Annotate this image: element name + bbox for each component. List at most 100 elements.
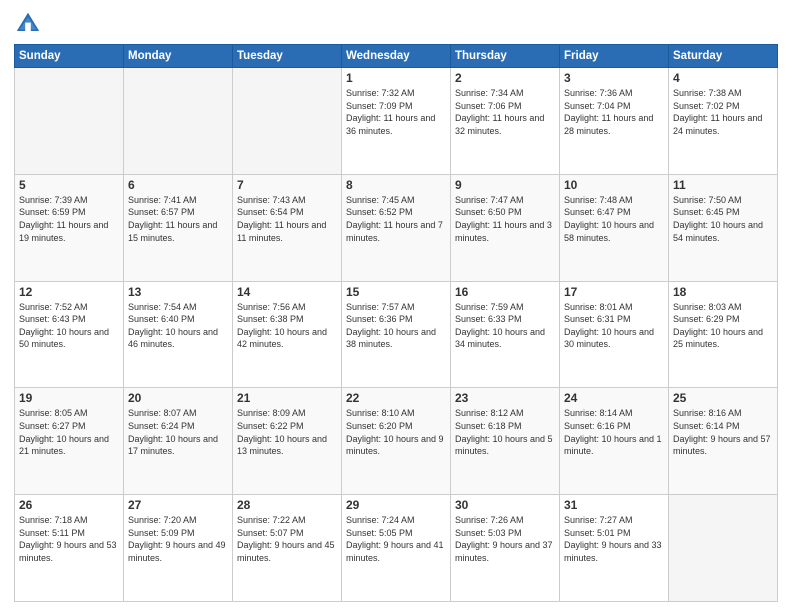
calendar-cell: 21 Sunrise: 8:09 AMSunset: 6:22 PMDayligh… <box>233 388 342 495</box>
day-info: Sunrise: 7:24 AMSunset: 5:05 PMDaylight:… <box>346 514 446 564</box>
calendar-cell: 22Sunrise: 8:10 AMSunset: 6:20 PMDayligh… <box>342 388 451 495</box>
logo-icon <box>14 10 42 38</box>
weekday-header-sunday: Sunday <box>15 45 124 68</box>
day-info: Sunrise: 8:05 AMSunset: 6:27 PMDaylight:… <box>19 407 119 457</box>
weekday-header-row: SundayMondayTuesdayWednesdayThursdayFrid… <box>15 45 778 68</box>
day-info: Sunrise: 7:39 AMSunset: 6:59 PMDaylight:… <box>19 194 119 244</box>
day-number: 25 <box>673 391 773 405</box>
day-number: 28 <box>237 498 337 512</box>
day-number: 5 <box>19 178 119 192</box>
day-number: 9 <box>455 178 555 192</box>
day-number: 18 <box>673 285 773 299</box>
weekday-header-thursday: Thursday <box>451 45 560 68</box>
page-container: SundayMondayTuesdayWednesdayThursdayFrid… <box>0 0 792 612</box>
calendar-cell: 12 Sunrise: 7:52 AMSunset: 6:43 PMDayligh… <box>15 281 124 388</box>
calendar-week-4: 19 Sunrise: 8:05 AMSunset: 6:27 PMDayligh… <box>15 388 778 495</box>
calendar-cell: 7 Sunrise: 7:43 AMSunset: 6:54 PMDaylight… <box>233 174 342 281</box>
calendar-cell: 25 Sunrise: 8:16 AMSunset: 6:14 PMDayligh… <box>669 388 778 495</box>
day-info: Sunrise: 7:22 AMSunset: 5:07 PMDaylight:… <box>237 514 337 564</box>
day-number: 24 <box>564 391 664 405</box>
day-info: Sunrise: 7:27 AMSunset: 5:01 PMDaylight:… <box>564 514 664 564</box>
day-number: 13 <box>128 285 228 299</box>
day-info: Sunrise: 7:54 AMSunset: 6:40 PMDaylight:… <box>128 301 228 351</box>
calendar-week-2: 5 Sunrise: 7:39 AMSunset: 6:59 PMDaylight… <box>15 174 778 281</box>
day-number: 7 <box>237 178 337 192</box>
day-info: Sunrise: 7:18 AMSunset: 5:11 PMDaylight:… <box>19 514 119 564</box>
calendar-cell: 27 Sunrise: 7:20 AMSunset: 5:09 PMDayligh… <box>124 495 233 602</box>
day-number: 3 <box>564 71 664 85</box>
header <box>14 10 778 38</box>
day-info: Sunrise: 7:57 AMSunset: 6:36 PMDaylight:… <box>346 301 446 351</box>
day-number: 14 <box>237 285 337 299</box>
day-number: 8 <box>346 178 446 192</box>
day-info: Sunrise: 7:48 AMSunset: 6:47 PMDaylight:… <box>564 194 664 244</box>
day-info: Sunrise: 7:36 AMSunset: 7:04 PMDaylight:… <box>564 87 664 137</box>
weekday-header-saturday: Saturday <box>669 45 778 68</box>
calendar-cell <box>669 495 778 602</box>
day-info: Sunrise: 8:16 AMSunset: 6:14 PMDaylight:… <box>673 407 773 457</box>
calendar-cell: 11 Sunrise: 7:50 AMSunset: 6:45 PMDayligh… <box>669 174 778 281</box>
day-info: Sunrise: 8:01 AMSunset: 6:31 PMDaylight:… <box>564 301 664 351</box>
day-info: Sunrise: 7:52 AMSunset: 6:43 PMDaylight:… <box>19 301 119 351</box>
calendar-cell: 3 Sunrise: 7:36 AMSunset: 7:04 PMDaylight… <box>560 68 669 175</box>
day-number: 1 <box>346 71 446 85</box>
calendar-cell: 14 Sunrise: 7:56 AMSunset: 6:38 PMDayligh… <box>233 281 342 388</box>
calendar-cell: 6Sunrise: 7:41 AMSunset: 6:57 PMDaylight… <box>124 174 233 281</box>
calendar-cell: 30Sunrise: 7:26 AMSunset: 5:03 PMDayligh… <box>451 495 560 602</box>
day-number: 12 <box>19 285 119 299</box>
calendar-cell: 19 Sunrise: 8:05 AMSunset: 6:27 PMDayligh… <box>15 388 124 495</box>
day-info: Sunrise: 7:59 AMSunset: 6:33 PMDaylight:… <box>455 301 555 351</box>
calendar-cell: 28 Sunrise: 7:22 AMSunset: 5:07 PMDayligh… <box>233 495 342 602</box>
day-info: Sunrise: 7:32 AMSunset: 7:09 PMDaylight:… <box>346 87 446 137</box>
calendar-week-3: 12 Sunrise: 7:52 AMSunset: 6:43 PMDayligh… <box>15 281 778 388</box>
calendar-cell: 29 Sunrise: 7:24 AMSunset: 5:05 PMDayligh… <box>342 495 451 602</box>
day-number: 27 <box>128 498 228 512</box>
calendar-cell: 15Sunrise: 7:57 AMSunset: 6:36 PMDayligh… <box>342 281 451 388</box>
day-info: Sunrise: 7:20 AMSunset: 5:09 PMDaylight:… <box>128 514 228 564</box>
day-number: 23 <box>455 391 555 405</box>
day-info: Sunrise: 7:47 AMSunset: 6:50 PMDaylight:… <box>455 194 555 244</box>
weekday-header-tuesday: Tuesday <box>233 45 342 68</box>
calendar-cell: 17 Sunrise: 8:01 AMSunset: 6:31 PMDayligh… <box>560 281 669 388</box>
day-info: Sunrise: 7:38 AMSunset: 7:02 PMDaylight:… <box>673 87 773 137</box>
day-number: 11 <box>673 178 773 192</box>
day-number: 10 <box>564 178 664 192</box>
day-number: 26 <box>19 498 119 512</box>
day-number: 2 <box>455 71 555 85</box>
day-number: 29 <box>346 498 446 512</box>
day-info: Sunrise: 7:56 AMSunset: 6:38 PMDaylight:… <box>237 301 337 351</box>
weekday-header-friday: Friday <box>560 45 669 68</box>
calendar-cell <box>233 68 342 175</box>
calendar-cell: 9 Sunrise: 7:47 AMSunset: 6:50 PMDaylight… <box>451 174 560 281</box>
day-info: Sunrise: 7:41 AMSunset: 6:57 PMDaylight:… <box>128 194 228 244</box>
calendar-cell <box>124 68 233 175</box>
calendar-cell: 23Sunrise: 8:12 AMSunset: 6:18 PMDayligh… <box>451 388 560 495</box>
day-number: 19 <box>19 391 119 405</box>
day-number: 21 <box>237 391 337 405</box>
calendar-cell: 31 Sunrise: 7:27 AMSunset: 5:01 PMDayligh… <box>560 495 669 602</box>
weekday-header-wednesday: Wednesday <box>342 45 451 68</box>
day-info: Sunrise: 8:03 AMSunset: 6:29 PMDaylight:… <box>673 301 773 351</box>
logo <box>14 10 46 38</box>
calendar-cell: 2Sunrise: 7:34 AMSunset: 7:06 PMDaylight… <box>451 68 560 175</box>
day-info: Sunrise: 8:14 AMSunset: 6:16 PMDaylight:… <box>564 407 664 457</box>
calendar-cell: 8 Sunrise: 7:45 AMSunset: 6:52 PMDaylight… <box>342 174 451 281</box>
calendar-cell: 18 Sunrise: 8:03 AMSunset: 6:29 PMDayligh… <box>669 281 778 388</box>
day-number: 20 <box>128 391 228 405</box>
calendar-cell: 13 Sunrise: 7:54 AMSunset: 6:40 PMDayligh… <box>124 281 233 388</box>
day-info: Sunrise: 7:43 AMSunset: 6:54 PMDaylight:… <box>237 194 337 244</box>
day-number: 31 <box>564 498 664 512</box>
calendar-cell: 5 Sunrise: 7:39 AMSunset: 6:59 PMDaylight… <box>15 174 124 281</box>
calendar-week-1: 1 Sunrise: 7:32 AMSunset: 7:09 PMDaylight… <box>15 68 778 175</box>
calendar-cell: 26 Sunrise: 7:18 AMSunset: 5:11 PMDayligh… <box>15 495 124 602</box>
day-info: Sunrise: 8:09 AMSunset: 6:22 PMDaylight:… <box>237 407 337 457</box>
day-info: Sunrise: 7:50 AMSunset: 6:45 PMDaylight:… <box>673 194 773 244</box>
day-number: 17 <box>564 285 664 299</box>
calendar-cell <box>15 68 124 175</box>
calendar-cell: 4Sunrise: 7:38 AMSunset: 7:02 PMDaylight… <box>669 68 778 175</box>
calendar-table: SundayMondayTuesdayWednesdayThursdayFrid… <box>14 44 778 602</box>
weekday-header-monday: Monday <box>124 45 233 68</box>
day-number: 22 <box>346 391 446 405</box>
calendar-cell: 10 Sunrise: 7:48 AMSunset: 6:47 PMDayligh… <box>560 174 669 281</box>
day-info: Sunrise: 7:45 AMSunset: 6:52 PMDaylight:… <box>346 194 446 244</box>
